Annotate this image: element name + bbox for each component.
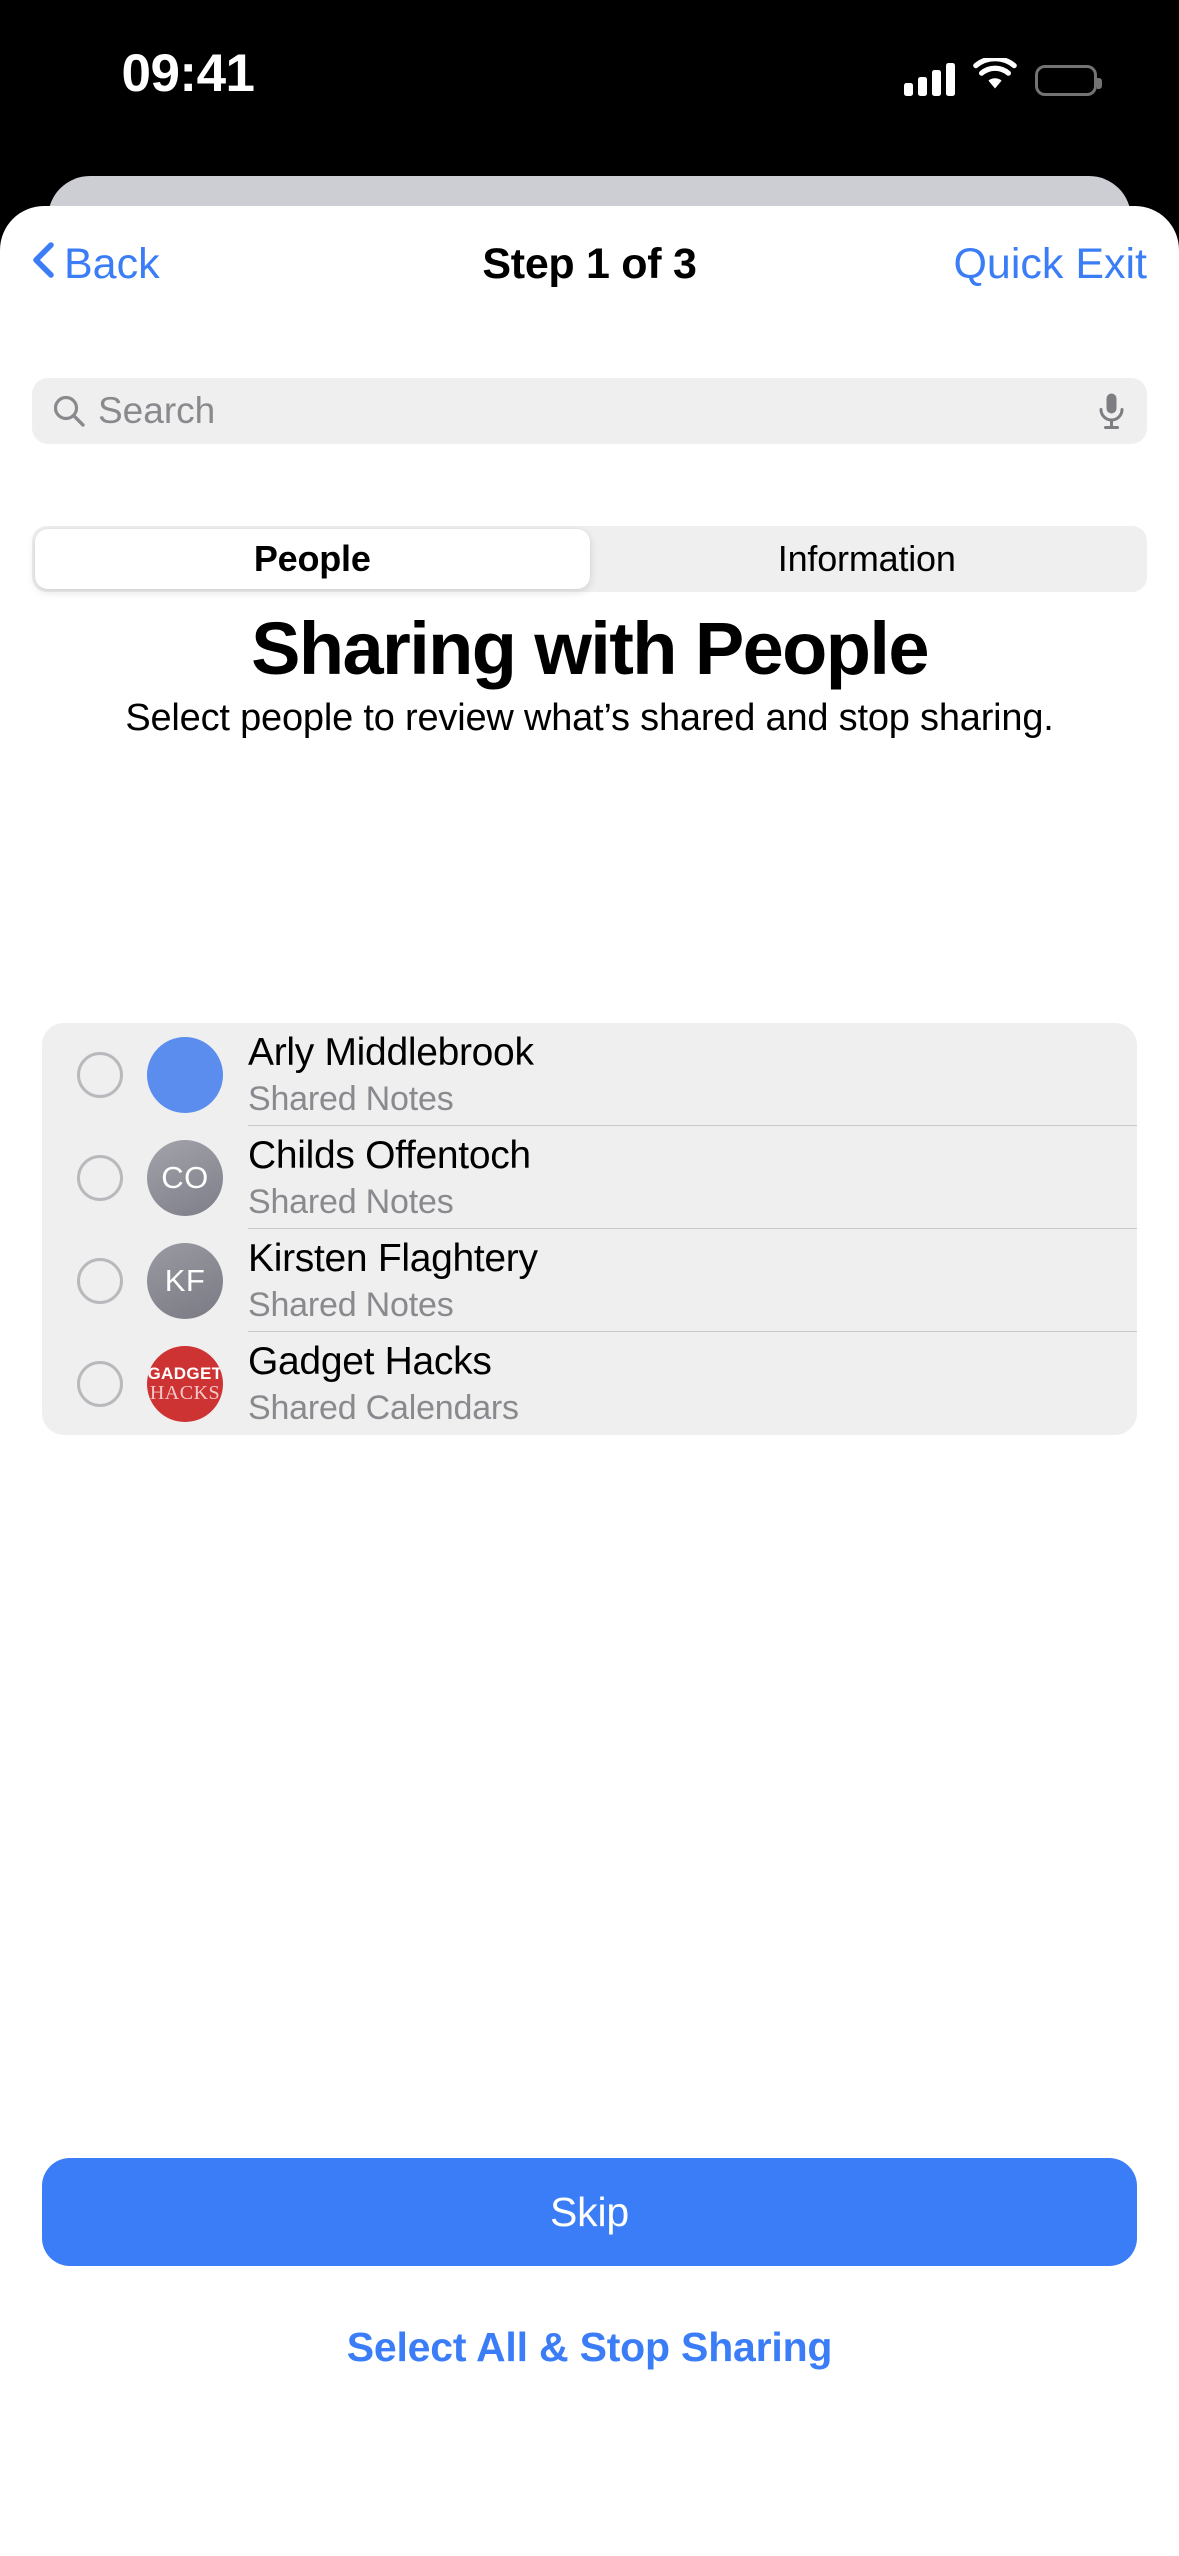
status-bar: 09:41: [0, 0, 1179, 140]
person-detail: Shared Calendars: [248, 1388, 519, 1427]
list-item-text: Childs Offentoch Shared Notes: [248, 1126, 1137, 1229]
avatar: GADGET HACKS: [147, 1345, 223, 1422]
segmented-control[interactable]: People Information: [32, 526, 1147, 592]
list-item[interactable]: CO Childs Offentoch Shared Notes: [42, 1126, 1137, 1229]
list-item-text: Gadget Hacks Shared Calendars: [248, 1332, 1137, 1435]
avatar-initials: KF: [164, 1262, 206, 1298]
person-detail: Shared Notes: [248, 1285, 454, 1324]
avatar-initials: CO: [161, 1159, 209, 1195]
iphone-screen: 09:41 Back Step 1 of 3 Quick Exit Search…: [0, 0, 1179, 2556]
person-name: Arly Middlebrook: [248, 1030, 534, 1074]
person-detail: Shared Notes: [248, 1079, 454, 1118]
status-bar-icons: [904, 50, 1102, 96]
selection-checkbox[interactable]: [77, 1154, 123, 1201]
tab-information[interactable]: Information: [590, 529, 1145, 589]
avatar-logo-top: GADGET: [147, 1363, 223, 1383]
modal-sheet: Back Step 1 of 3 Quick Exit Search Peopl…: [0, 206, 1179, 2556]
person-detail: Shared Notes: [248, 1182, 454, 1221]
microphone-icon[interactable]: [1098, 392, 1125, 430]
search-icon: [52, 394, 86, 428]
list-item[interactable]: GADGET HACKS Gadget Hacks Shared Calenda…: [42, 1332, 1137, 1435]
quick-exit-button[interactable]: Quick Exit: [953, 236, 1147, 292]
cellular-signal-icon: [904, 62, 955, 96]
avatar-logo-bottom: HACKS: [149, 1381, 221, 1404]
avatar: [147, 1036, 223, 1113]
subheadline: Select people to review what’s shared an…: [125, 697, 1054, 739]
search-input[interactable]: Search: [32, 378, 1147, 444]
list-item[interactable]: KF Kirsten Flaghtery Shared Notes: [42, 1229, 1137, 1332]
avatar: KF: [147, 1242, 223, 1319]
headline: Sharing with People: [251, 607, 929, 690]
status-bar-time: 09:41: [121, 44, 255, 103]
tab-people[interactable]: People: [35, 529, 590, 589]
skip-button[interactable]: Skip: [42, 2158, 1137, 2266]
battery-icon: [1035, 65, 1102, 96]
selection-checkbox[interactable]: [77, 1051, 123, 1098]
person-name: Childs Offentoch: [248, 1133, 531, 1177]
wifi-icon: [973, 56, 1017, 96]
person-name: Gadget Hacks: [248, 1339, 492, 1383]
navigation-bar: Back Step 1 of 3 Quick Exit: [0, 206, 1179, 322]
person-name: Kirsten Flaghtery: [248, 1236, 538, 1280]
list-item-text: Arly Middlebrook Shared Notes: [248, 1023, 1137, 1126]
selection-checkbox[interactable]: [77, 1257, 123, 1304]
selection-checkbox[interactable]: [77, 1360, 123, 1407]
select-all-stop-sharing-button[interactable]: Select All & Stop Sharing: [0, 2324, 1179, 2371]
list-item[interactable]: Arly Middlebrook Shared Notes: [42, 1023, 1137, 1126]
avatar: CO: [147, 1139, 223, 1216]
list-item-text: Kirsten Flaghtery Shared Notes: [248, 1229, 1137, 1332]
people-list: Arly Middlebrook Shared Notes CO Childs …: [42, 1023, 1137, 1435]
search-placeholder: Search: [98, 390, 216, 431]
